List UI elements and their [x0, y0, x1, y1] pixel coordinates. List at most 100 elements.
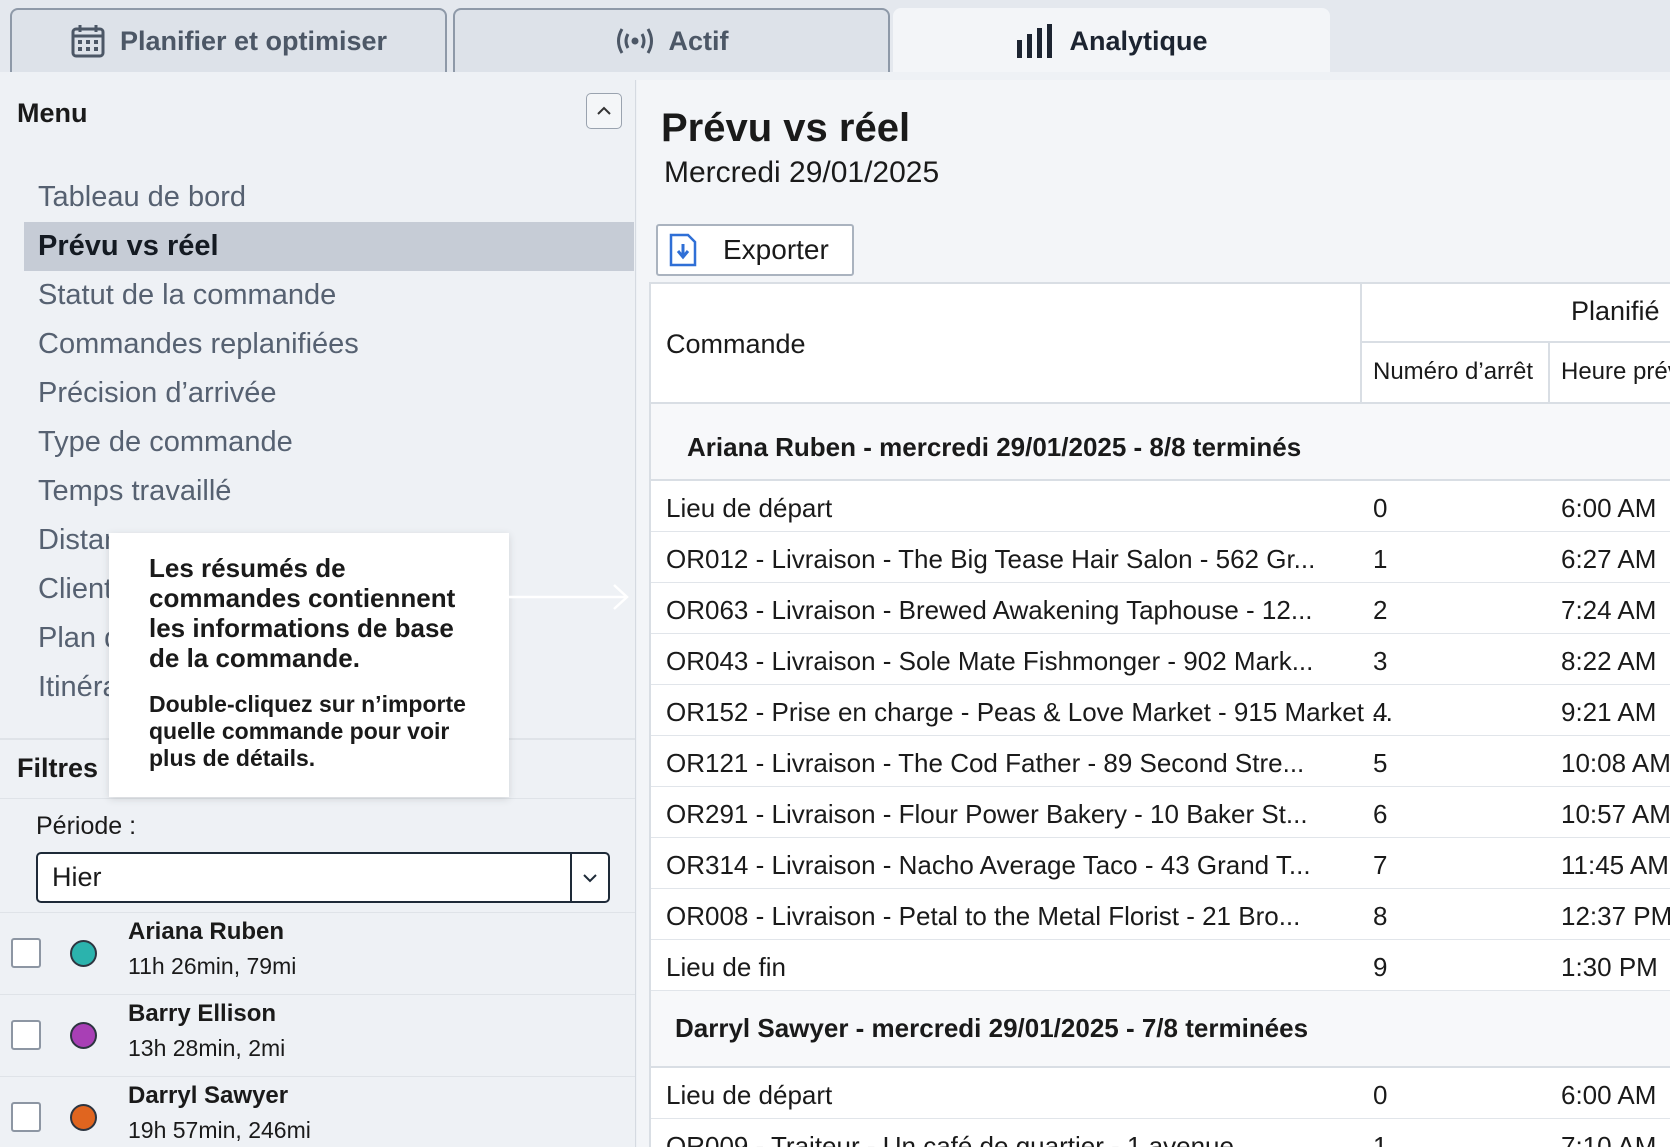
table-row[interactable]: OR314 - Livraison - Nacho Average Taco -…: [651, 838, 1670, 889]
cell-stop: 0: [1373, 1080, 1388, 1110]
chevron-down-icon[interactable]: [570, 854, 608, 901]
menu-item-precision-arrivee[interactable]: Précision d’arrivée: [24, 369, 634, 418]
table-row[interactable]: OR043 - Livraison - Sole Mate Fishmonger…: [651, 634, 1670, 685]
menu-item-statut-commande[interactable]: Statut de la commande: [24, 271, 634, 320]
page-title: Prévu vs réel: [661, 106, 911, 150]
top-tab-bar: Planifier et optimiser Actif Analytique: [0, 0, 1670, 72]
table-row[interactable]: OR121 - Livraison - The Cod Father - 89 …: [651, 736, 1670, 787]
group-title: Darryl Sawyer - mercredi 29/01/2025 - 7/…: [675, 1013, 1309, 1043]
divider: [1548, 341, 1550, 404]
export-label: Exporter: [723, 234, 829, 265]
cell-order: Lieu de fin: [666, 952, 786, 982]
cell-stop: 9: [1373, 952, 1388, 982]
cell-stop: 1: [1373, 544, 1388, 574]
onboarding-tooltip: Les résumés de commandes contiennent les…: [109, 533, 509, 797]
tab-label: Actif: [668, 25, 729, 56]
group-header-row[interactable]: Darryl Sawyer - mercredi 29/01/2025 - 7/…: [651, 991, 1670, 1068]
cell-stop: 4: [1373, 697, 1388, 727]
tab-actif[interactable]: Actif: [453, 8, 890, 72]
tab-analytique[interactable]: Analytique: [893, 8, 1330, 72]
cell-time: 7:24 AM: [1561, 595, 1657, 625]
chevron-up-icon: [597, 106, 611, 115]
cell-order: OR314 - Livraison - Nacho Average Taco -…: [666, 850, 1311, 880]
driver-stats: 11h 26min, 79mi: [128, 953, 297, 979]
divider: [1360, 341, 1670, 343]
tab-label: Planifier et optimiser: [119, 25, 388, 56]
main-content: Prévu vs réel Mercredi 29/01/2025 Export…: [637, 80, 1670, 1147]
table-row[interactable]: OR063 - Livraison - Brewed Awakening Tap…: [651, 583, 1670, 634]
cell-order: Lieu de départ: [666, 1080, 833, 1110]
filters-title: Filtres: [17, 753, 99, 783]
period-value: Hier: [52, 862, 102, 892]
driver-color-dot: [70, 1022, 97, 1049]
column-header-time[interactable]: Heure prévue: [1561, 358, 1670, 386]
cell-order: OR152 - Prise en charge - Peas & Love Ma…: [666, 697, 1393, 727]
driver-checkbox[interactable]: [11, 1102, 41, 1132]
cell-time: 12:37 PM: [1561, 901, 1670, 931]
tab-planifier[interactable]: Planifier et optimiser: [10, 8, 447, 72]
driver-color-dot: [70, 940, 97, 967]
cell-order: OR009 - Traiteur - Un café de quartier -…: [666, 1131, 1234, 1147]
cell-order: OR008 - Livraison - Petal to the Metal F…: [666, 901, 1301, 931]
driver-checkbox[interactable]: [11, 1020, 41, 1050]
table-header: Commande Planifié Numéro d’arrêt Heure p…: [651, 284, 1670, 404]
cell-time: 8:22 AM: [1561, 646, 1657, 676]
driver-name: Darryl Sawyer: [128, 1082, 289, 1109]
cell-time: 10:08 AM: [1561, 748, 1670, 778]
column-header-order[interactable]: Commande: [666, 329, 806, 360]
group-header-row[interactable]: Ariana Ruben - mercredi 29/01/2025 - 8/8…: [651, 404, 1670, 481]
driver-stats: 19h 57min, 246mi: [128, 1117, 311, 1143]
cell-order: OR291 - Livraison - Flour Power Bakery -…: [666, 799, 1308, 829]
menu-item-temps-travaille[interactable]: Temps travaillé: [24, 467, 634, 516]
cell-stop: 2: [1373, 595, 1388, 625]
cell-order: OR012 - Livraison - The Big Tease Hair S…: [666, 544, 1316, 574]
bar-chart-icon: [1015, 24, 1055, 58]
orders-table: Commande Planifié Numéro d’arrêt Heure p…: [649, 282, 1670, 1147]
divider: [1360, 284, 1362, 404]
cell-time: 9:21 AM: [1561, 697, 1657, 727]
calendar-icon: [70, 23, 106, 59]
arrow-right-icon: [508, 584, 629, 610]
cell-time: 1:30 PM: [1561, 952, 1658, 982]
table-row[interactable]: OR008 - Livraison - Petal to the Metal F…: [651, 889, 1670, 940]
driver-row[interactable]: Ariana Ruben 11h 26min, 79mi: [0, 912, 635, 994]
table-row[interactable]: Lieu de départ 0 6:00 AM: [651, 481, 1670, 532]
table-row[interactable]: Lieu de fin 9 1:30 PM: [651, 940, 1670, 991]
cell-order: OR063 - Livraison - Brewed Awakening Tap…: [666, 595, 1313, 625]
menu-item-tableau-de-bord[interactable]: Tableau de bord: [24, 173, 634, 222]
tooltip-title: Les résumés de commandes contiennent les…: [149, 553, 456, 673]
menu-item-prevu-vs-reel[interactable]: Prévu vs réel: [24, 222, 634, 271]
table-row[interactable]: Lieu de départ 0 6:00 AM: [651, 1068, 1670, 1119]
column-group-planned: Planifié: [1571, 296, 1660, 326]
table-row[interactable]: OR012 - Livraison - The Big Tease Hair S…: [651, 532, 1670, 583]
cell-time: 11:45 AM: [1561, 850, 1669, 880]
cell-stop: 5: [1373, 748, 1388, 778]
driver-name: Ariana Ruben: [128, 918, 285, 945]
cell-time: 6:27 AM: [1561, 544, 1657, 574]
cell-stop: 3: [1373, 646, 1388, 676]
cell-stop: 8: [1373, 901, 1388, 931]
broadcast-icon: [615, 26, 655, 56]
table-row[interactable]: OR291 - Livraison - Flour Power Bakery -…: [651, 787, 1670, 838]
tab-label: Analytique: [1069, 25, 1208, 56]
table-row[interactable]: OR009 - Traiteur - Un café de quartier -…: [651, 1119, 1670, 1147]
menu-item-commandes-replanifiees[interactable]: Commandes replanifiées: [24, 320, 634, 369]
collapse-menu-button[interactable]: [586, 93, 622, 129]
cell-time: 10:57 AM: [1561, 799, 1670, 829]
divider: [0, 798, 635, 799]
driver-row[interactable]: Darryl Sawyer 19h 57min, 246mi: [0, 1076, 635, 1147]
driver-stats: 13h 28min, 2mi: [128, 1035, 286, 1061]
table-body: Ariana Ruben - mercredi 29/01/2025 - 8/8…: [651, 404, 1670, 1147]
period-select[interactable]: Hier: [36, 852, 610, 903]
driver-row[interactable]: Barry Ellison 13h 28min, 2mi: [0, 994, 635, 1076]
column-header-stop[interactable]: Numéro d’arrêt: [1373, 358, 1533, 386]
table-row[interactable]: OR152 - Prise en charge - Peas & Love Ma…: [651, 685, 1670, 736]
export-button[interactable]: Exporter: [656, 224, 854, 276]
cell-stop: 0: [1373, 493, 1388, 523]
cell-time: 6:00 AM: [1561, 493, 1657, 523]
cell-stop: 6: [1373, 799, 1388, 829]
menu-title: Menu: [17, 98, 88, 128]
driver-checkbox[interactable]: [11, 938, 41, 968]
tooltip-body: Double-cliquez sur n’importe quelle comm…: [149, 691, 466, 771]
menu-item-type-commande[interactable]: Type de commande: [24, 418, 634, 467]
